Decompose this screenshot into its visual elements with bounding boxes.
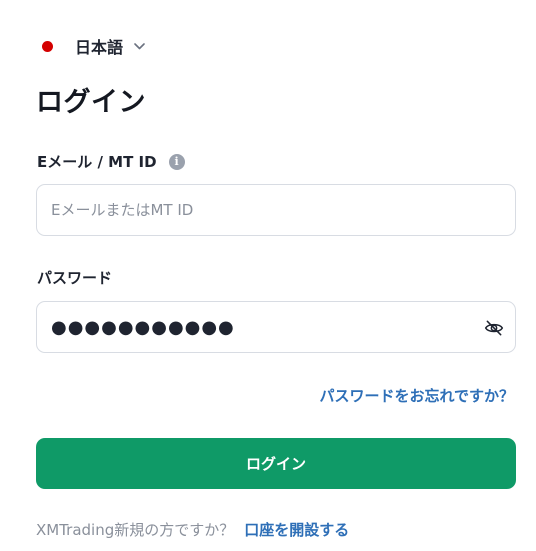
forgot-password-link[interactable]: パスワードをお忘れですか？ xyxy=(319,385,514,406)
language-label: 日本語 xyxy=(75,38,124,57)
eye-off-icon[interactable] xyxy=(483,317,505,339)
password-label-row: パスワード xyxy=(37,267,112,288)
password-label: パスワード xyxy=(37,269,113,287)
chevron-down-icon xyxy=(133,40,145,52)
open-account-link[interactable]: 口座を開設する xyxy=(244,519,349,540)
password-field-container xyxy=(36,301,516,353)
language-selector[interactable]: 日本語 xyxy=(42,34,145,58)
email-label-row: Eメール / MT ID i xyxy=(37,151,185,172)
email-field-container xyxy=(36,184,516,236)
email-input[interactable] xyxy=(37,185,515,235)
japan-flag-icon xyxy=(42,40,53,52)
signup-prompt: XMTrading新規の方ですか？ xyxy=(36,521,235,539)
info-icon[interactable]: i xyxy=(168,153,185,170)
login-button[interactable]: ログイン xyxy=(36,438,516,489)
signup-row: XMTrading新規の方ですか？ 口座を開設する xyxy=(36,519,349,540)
page-title: ログイン xyxy=(36,87,146,118)
email-label: Eメール / MT ID xyxy=(37,153,157,171)
password-input[interactable] xyxy=(37,302,515,352)
